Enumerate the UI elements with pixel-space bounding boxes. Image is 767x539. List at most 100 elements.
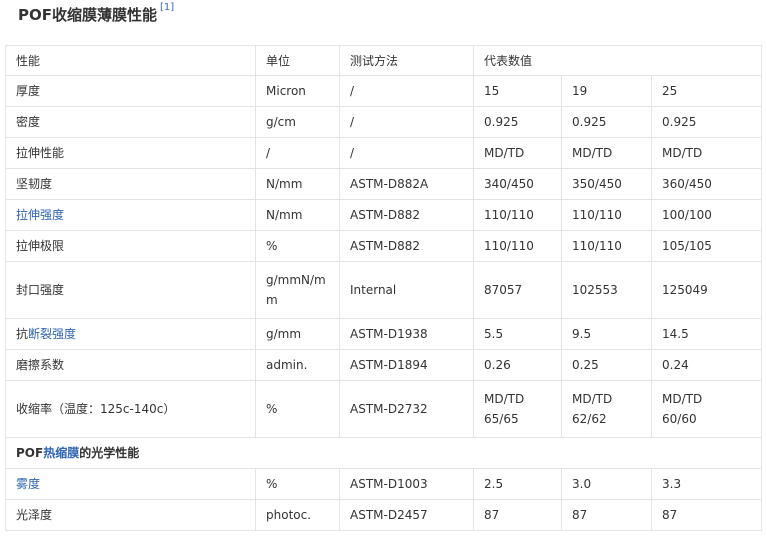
cell-method: ASTM-D1003 (339, 468, 474, 500)
cell-property: 雾度 (5, 468, 256, 500)
cell-property: 厚度 (5, 75, 256, 107)
properties-table: 性能 单位 测试方法 代表数值 厚度 Micron / 15 19 25 密度 … (5, 45, 762, 531)
cell-value-3: MD/TD 60/60 (651, 380, 762, 438)
cell-value-2: 110/110 (561, 199, 652, 231)
cell-property: 拉伸性能 (5, 137, 256, 169)
cell-property: 拉伸强度 (5, 199, 256, 231)
table-row: 拉伸强度 N/mm ASTM-D882 110/110 110/110 100/… (5, 199, 762, 231)
cell-value-1: MD/TD 65/65 (473, 380, 562, 438)
cell-value-2: MD/TD (561, 137, 652, 169)
cell-property: 磨擦系数 (5, 349, 256, 381)
cell-unit: N/mm (255, 168, 340, 200)
cell-value-3: 3.3 (651, 468, 762, 500)
cell-value-2: 3.0 (561, 468, 652, 500)
cell-value-1: MD/TD (473, 137, 562, 169)
cell-value-3: 105/105 (651, 230, 762, 262)
cell-property: 拉伸极限 (5, 230, 256, 262)
cell-unit: N/mm (255, 199, 340, 231)
optical-section-row: POF热缩膜的光学性能 (5, 437, 762, 469)
cell-method: ASTM-D1938 (339, 318, 474, 350)
cell-value-2: 0.25 (561, 349, 652, 381)
cell-unit: / (255, 137, 340, 169)
cell-value-2: 0.925 (561, 106, 652, 138)
heat-shrink-film-link[interactable]: 热缩膜 (43, 446, 79, 460)
table-row: 厚度 Micron / 15 19 25 (5, 75, 762, 107)
cell-unit: % (255, 230, 340, 262)
cell-value-2: 19 (561, 75, 652, 107)
cell-value-2: 350/450 (561, 168, 652, 200)
header-test-method: 测试方法 (339, 45, 474, 76)
tear-strength-link[interactable]: 断裂强度 (28, 327, 76, 341)
header-representative-value: 代表数值 (473, 45, 762, 76)
header-unit: 单位 (255, 45, 340, 76)
table-row: 磨擦系数 admin. ASTM-D1894 0.26 0.25 0.24 (5, 349, 762, 381)
cell-method: ASTM-D882 (339, 199, 474, 231)
cell-method: ASTM-D882A (339, 168, 474, 200)
cell-value-1: 110/110 (473, 230, 562, 262)
page-title-text: POF收缩膜薄膜性能 (18, 6, 157, 24)
table-row: 坚韧度 N/mm ASTM-D882A 340/450 350/450 360/… (5, 168, 762, 200)
cell-property: 封口强度 (5, 261, 256, 319)
cell-value-3: 0.925 (651, 106, 762, 138)
cell-value-3: 14.5 (651, 318, 762, 350)
table-row: 收缩率（温度：125c-140c） % ASTM-D2732 MD/TD 65/… (5, 380, 762, 438)
cell-method: Internal (339, 261, 474, 319)
cell-value-1: 2.5 (473, 468, 562, 500)
cell-value-2: MD/TD 62/62 (561, 380, 652, 438)
cell-property: 坚韧度 (5, 168, 256, 200)
cell-method: / (339, 75, 474, 107)
cell-property: 密度 (5, 106, 256, 138)
cell-value-1: 5.5 (473, 318, 562, 350)
cell-value-1: 0.26 (473, 349, 562, 381)
page-title: POF收缩膜薄膜性能 [1] (18, 2, 174, 28)
cell-unit: admin. (255, 349, 340, 381)
haze-link[interactable]: 雾度 (16, 477, 40, 491)
cell-unit-text: g/mmN/mm (266, 273, 326, 307)
table-row: 拉伸极限 % ASTM-D882 110/110 110/110 105/105 (5, 230, 762, 262)
table-row: 光泽度 photoc. ASTM-D2457 87 87 87 (5, 499, 762, 531)
cell-method: ASTM-D882 (339, 230, 474, 262)
cell-value-3: 87 (651, 499, 762, 531)
reference-link[interactable]: [1] (160, 2, 174, 13)
cell-value-2: 87 (561, 499, 652, 531)
cell-method: ASTM-D1894 (339, 349, 474, 381)
cell-value-3: 25 (651, 75, 762, 107)
cell-method: ASTM-D2732 (339, 380, 474, 438)
table-row: 密度 g/cm / 0.925 0.925 0.925 (5, 106, 762, 138)
table-row: 抗断裂强度 g/mm ASTM-D1938 5.5 9.5 14.5 (5, 318, 762, 350)
cell-value-3: 360/450 (651, 168, 762, 200)
cell-value-1: 87057 (473, 261, 562, 319)
cell-value-3: 0.24 (651, 349, 762, 381)
cell-property: 抗断裂强度 (5, 318, 256, 350)
cell-property-prefix: 抗 (16, 327, 29, 341)
cell-value-1: 0.925 (473, 106, 562, 138)
cell-method: / (339, 137, 474, 169)
cell-property: 收缩率（温度：125c-140c） (5, 380, 256, 438)
cell-value-1: 87 (473, 499, 562, 531)
cell-unit: % (255, 380, 340, 438)
table-header-row: 性能 单位 测试方法 代表数值 (5, 45, 762, 76)
table-row: 雾度 % ASTM-D1003 2.5 3.0 3.3 (5, 468, 762, 500)
cell-unit: % (255, 468, 340, 500)
optical-section-pre: POF (16, 446, 44, 460)
cell-method: / (339, 106, 474, 138)
table-row: 拉伸性能 / / MD/TD MD/TD MD/TD (5, 137, 762, 169)
optical-section-title: POF热缩膜的光学性能 (5, 437, 762, 469)
cell-value-1: 110/110 (473, 199, 562, 231)
cell-value-2: 102553 (561, 261, 652, 319)
cell-value-2: 9.5 (561, 318, 652, 350)
cell-value-2: 110/110 (561, 230, 652, 262)
cell-property: 光泽度 (5, 499, 256, 531)
tensile-strength-link[interactable]: 拉伸强度 (16, 208, 64, 222)
cell-value-1: 340/450 (473, 168, 562, 200)
cell-unit: Micron (255, 75, 340, 107)
cell-unit: g/mmN/mm (255, 261, 340, 319)
cell-unit: g/mm (255, 318, 340, 350)
cell-method: ASTM-D2457 (339, 499, 474, 531)
cell-value-1: 15 (473, 75, 562, 107)
cell-value-3: MD/TD (651, 137, 762, 169)
cell-value-3: 100/100 (651, 199, 762, 231)
table-row: 封口强度 g/mmN/mm Internal 87057 102553 1250… (5, 261, 762, 319)
cell-value-3: 125049 (651, 261, 762, 319)
cell-unit: g/cm (255, 106, 340, 138)
